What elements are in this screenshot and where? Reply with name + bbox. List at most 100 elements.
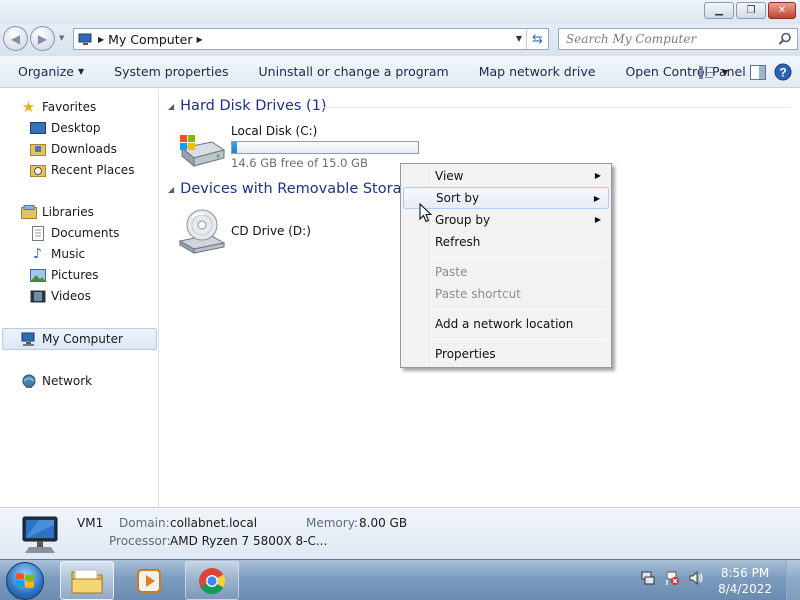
menu-item-refresh[interactable]: Refresh <box>403 231 609 253</box>
menu-item-label: View <box>435 169 464 183</box>
uninstall-program-button[interactable]: Uninstall or change a program <box>244 56 464 88</box>
menu-item-label: Refresh <box>435 235 481 249</box>
submenu-arrow-icon: ▶ <box>594 171 601 180</box>
back-arrow-icon: ◀ <box>10 31 21 46</box>
preview-pane-icon[interactable] <box>750 64 766 80</box>
forward-arrow-icon: ▶ <box>37 31 48 46</box>
local-disk-item[interactable]: Local Disk (C:) 14.6 GB free of 15.0 GB <box>178 124 419 172</box>
domain-label: Domain: <box>119 516 170 530</box>
local-disk-name: Local Disk (C:) <box>231 124 318 138</box>
hard-disk-drives-header[interactable]: ◢ Hard Disk Drives (1) <box>168 98 327 114</box>
start-button[interactable] <box>6 562 44 600</box>
system-properties-button[interactable]: System properties <box>99 56 243 88</box>
collapse-triangle-icon[interactable]: ◢ <box>168 102 174 111</box>
local-disk-free-space: 14.6 GB free of 15.0 GB <box>231 156 368 170</box>
volume-icon[interactable] <box>688 570 704 586</box>
close-button[interactable]: ✕ <box>768 2 796 19</box>
refresh-button[interactable]: ⇆ <box>526 29 548 49</box>
taskbar-chrome-button[interactable] <box>185 561 239 600</box>
breadcrumb-my-computer[interactable]: My Computer <box>108 32 192 47</box>
map-network-drive-button[interactable]: Map network drive <box>464 56 611 88</box>
action-center-flag-icon[interactable] <box>664 570 680 586</box>
menu-item-paste: Paste <box>403 261 609 283</box>
menu-item-view[interactable]: View ▶ <box>403 165 609 187</box>
nav-libraries[interactable]: Libraries <box>20 202 94 222</box>
clock-time: 8:56 PM <box>720 566 770 580</box>
computer-name: VM1 <box>77 516 104 530</box>
change-view-icon[interactable] <box>698 64 714 80</box>
system-tray <box>640 570 704 586</box>
nav-videos[interactable]: Videos <box>29 286 91 306</box>
navigation-bar: ◀ ▶ ▼ ▶ My Computer ▶ ▼ ⇆ Search My Comp… <box>0 24 800 56</box>
address-bar[interactable]: ▶ My Computer ▶ ▼ ⇆ <box>73 28 549 50</box>
view-options-dropdown-icon[interactable]: ▼ <box>722 68 728 77</box>
nav-music[interactable]: ♪ Music <box>29 244 85 264</box>
submenu-arrow-icon: ▶ <box>594 215 601 224</box>
taskbar-explorer-button[interactable] <box>60 561 114 600</box>
nav-my-computer[interactable]: My Computer <box>20 329 123 349</box>
pictures-icon <box>29 268 46 283</box>
nav-favorites[interactable]: ★ Favorites <box>20 97 96 117</box>
disk-usage-bar <box>231 141 419 154</box>
processor-label: Processor: <box>109 534 171 548</box>
memory-value: 8.00 GB <box>359 516 408 530</box>
memory-label: Memory: <box>306 516 358 530</box>
back-button[interactable]: ◀ <box>3 26 28 51</box>
recent-pages-dropdown[interactable]: ▼ <box>59 34 64 42</box>
maximize-button[interactable]: ❐ <box>736 2 766 19</box>
windows-logo-icon <box>16 573 34 588</box>
window-controls: ▁ ❐ ✕ <box>702 2 796 19</box>
recent-places-icon <box>29 163 46 178</box>
taskbar-media-player-button[interactable] <box>122 561 176 600</box>
show-desktop-button[interactable] <box>786 560 800 600</box>
forward-button[interactable]: ▶ <box>30 26 55 51</box>
menu-separator <box>431 309 607 310</box>
nav-label: Downloads <box>51 142 117 156</box>
breadcrumb-separator-icon: ▶ <box>98 34 105 44</box>
menu-item-properties[interactable]: Properties <box>403 343 609 365</box>
help-icon[interactable]: ? <box>774 63 792 81</box>
menu-item-label: Properties <box>435 347 496 361</box>
details-pane: VM1 Domain: collabnet.local Memory: 8.00… <box>0 507 800 559</box>
domain-value: collabnet.local <box>170 516 258 530</box>
organize-button[interactable]: Organize ▼ <box>0 56 99 88</box>
submenu-arrow-icon: ▶ <box>593 194 600 203</box>
menu-separator <box>431 257 607 258</box>
nav-pictures[interactable]: Pictures <box>29 265 99 285</box>
refresh-icon: ⇆ <box>532 31 543 47</box>
menu-item-add-network-location[interactable]: Add a network location <box>403 313 609 335</box>
search-input[interactable]: Search My Computer <box>558 28 798 50</box>
documents-icon <box>29 225 46 241</box>
mouse-cursor-icon <box>419 203 432 223</box>
star-icon: ★ <box>21 98 36 116</box>
minimize-button[interactable]: ▁ <box>704 2 734 19</box>
nav-desktop[interactable]: Desktop <box>29 118 101 138</box>
menu-item-sort-by[interactable]: Sort by ▶ <box>403 187 609 209</box>
nav-recent-places[interactable]: Recent Places <box>29 160 134 180</box>
clock-date: 8/4/2022 <box>718 582 772 596</box>
cd-drive-item[interactable]: CD Drive (D:) <box>178 207 311 255</box>
downloads-folder-icon <box>29 142 46 157</box>
menu-item-group-by[interactable]: Group by ▶ <box>403 209 609 231</box>
context-menu: View ▶ Sort by ▶ Group by ▶ Refresh Past… <box>400 163 612 368</box>
cd-drive-name: CD Drive (D:) <box>231 224 311 238</box>
removable-storage-header[interactable]: ◢ Devices with Removable Storage <box>168 181 420 197</box>
collapse-triangle-icon[interactable]: ◢ <box>168 185 174 194</box>
command-bar: Organize ▼ System properties Uninstall o… <box>0 56 800 88</box>
hard-drive-icon <box>180 135 226 168</box>
network-status-icon[interactable] <box>640 570 656 586</box>
menu-item-label: Group by <box>435 213 491 227</box>
system-clock[interactable]: 8:56 PM 8/4/2022 <box>718 565 772 597</box>
group-title: Devices with Removable Storage <box>180 181 420 197</box>
menu-item-label: Paste shortcut <box>435 287 521 301</box>
search-icon[interactable] <box>778 32 792 46</box>
desktop-icon <box>29 121 46 136</box>
breadcrumb-separator-icon[interactable]: ▶ <box>196 35 202 44</box>
nav-documents[interactable]: Documents <box>29 223 119 243</box>
nav-label: Music <box>51 247 86 261</box>
address-dropdown-icon[interactable]: ▼ <box>516 34 522 43</box>
nav-network[interactable]: Network <box>20 371 92 391</box>
group-title: Hard Disk Drives (1) <box>180 98 327 114</box>
nav-downloads[interactable]: Downloads <box>29 139 117 159</box>
organize-label: Organize <box>18 64 74 79</box>
